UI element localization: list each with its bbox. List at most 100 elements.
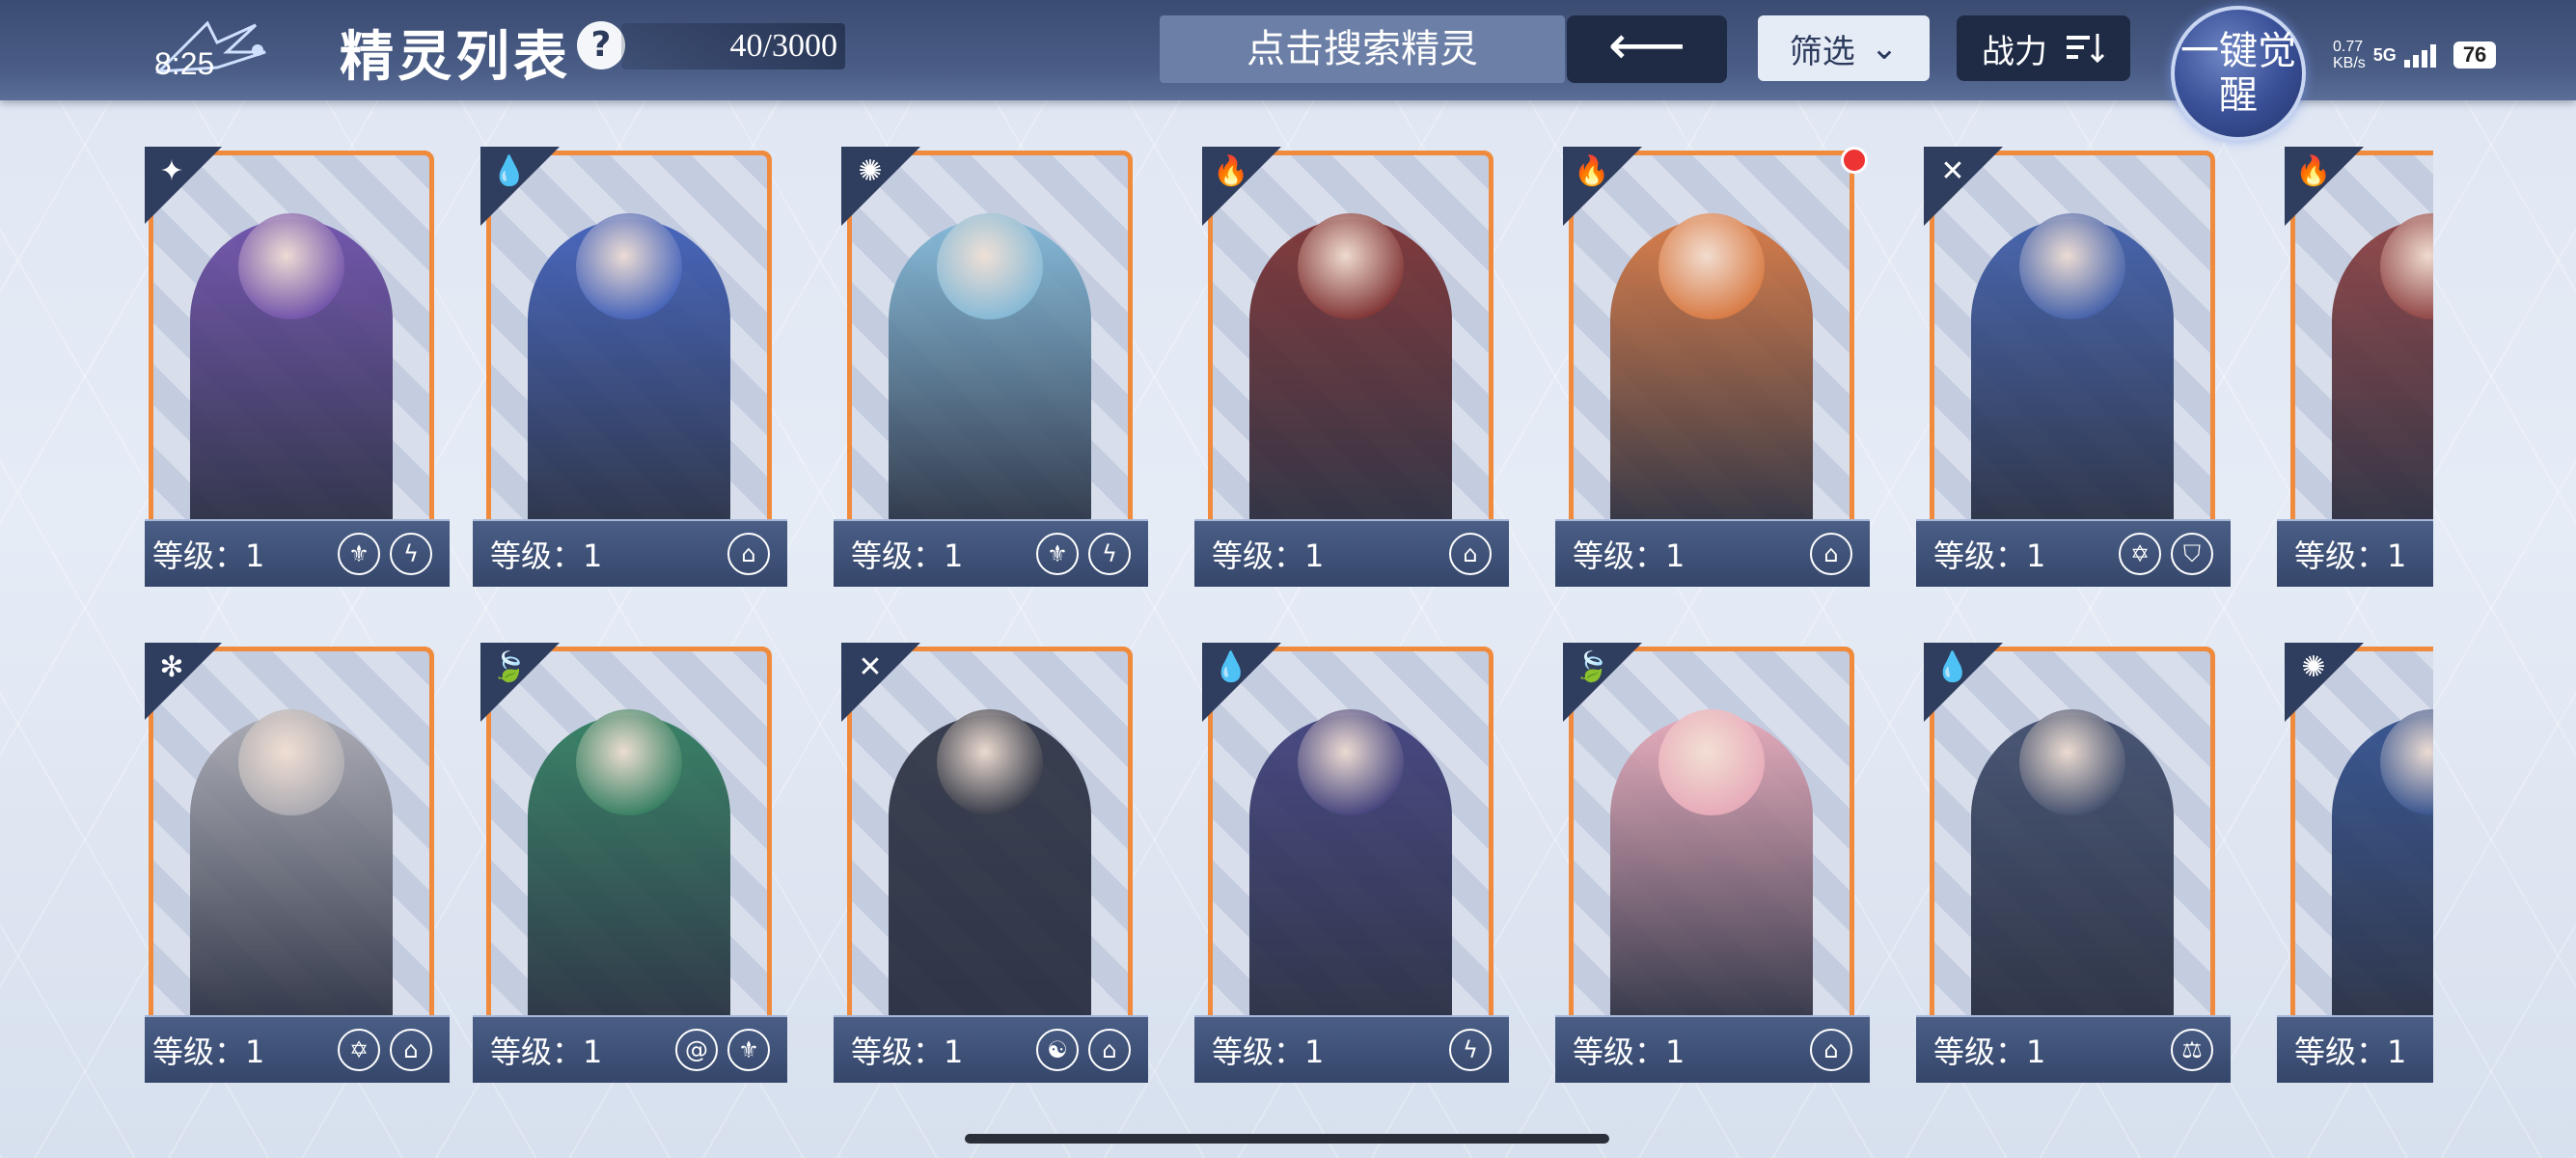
skill-icons: @ ⚜ [675,1029,770,1071]
help-button[interactable]: ? [577,21,625,69]
skill-icons: ⚜ ϟ [1036,533,1131,575]
page-title: 精灵列表 [340,26,571,89]
spirit-head [2019,709,2125,815]
level-plate: 等级：1 @ ⚜ [473,1015,787,1083]
spirit-card[interactable]: 🍃 等级：1 ⌂ [1555,643,1870,1092]
book-icon: ⌂ [727,533,770,575]
spirit-count: 40/3000 [621,23,845,69]
one-click-awaken-button[interactable]: 一键觉醒 [2171,6,2306,141]
clock-time: 8:25 [154,46,215,81]
filter-label: 筛选 [1789,32,1855,71]
skill-icons: ✡ ⛉ [2119,533,2213,575]
level-label: 等级：1 [1933,1034,2046,1070]
spirit-portrait [1569,151,1854,533]
skill-icons: ⚖ [2171,1029,2213,1071]
spirit-card[interactable]: 🔥 等级：1 ⌂ [1194,147,1509,596]
skill-icons: ⚜ ϟ [338,533,432,575]
skill-icons: ⌂ [1810,1029,1852,1071]
shield-crest-icon: ⚜ [1036,533,1079,575]
status-bar: 0.77 KB/s 5G 76 [2333,39,2497,71]
spirit-card[interactable]: ✕ 等级：1 ☯ ⌂ [834,643,1148,1092]
spirit-head [1298,709,1404,815]
shield-icon: ⛉ [2171,533,2213,575]
level-plate: 等级：1 ⌂ [1555,1015,1870,1083]
spirit-portrait [1208,151,1494,533]
power-label: 战力 [1982,32,2047,71]
spirit-card[interactable]: 💧 等级：1 ⚖ [1916,643,2231,1092]
level-label: 等级：1 [2294,538,2407,574]
level-label: 等级：1 [1933,538,2046,574]
new-badge [1841,147,1868,174]
skill-icons: ⌂ [1449,533,1492,575]
spirit-card[interactable]: 🍃 等级：1 @ ⚜ [473,643,787,1092]
level-plate: 等级：1 [2277,519,2433,587]
spirit-head [937,213,1043,319]
back-arrow-icon: ⟵ [1607,14,1686,77]
spirit-portrait [486,647,772,1029]
skill-icons: ✡ ⌂ [338,1029,432,1071]
star-icon: ✡ [2119,533,2161,575]
taiji-icon: ☯ [1036,1029,1079,1071]
level-label: 等级：1 [152,1034,265,1070]
spirit-card[interactable]: 💧 等级：1 ⌂ [473,147,787,596]
network-type: 5G [2372,44,2397,65]
skill-icons: ϟ [1449,1029,1492,1071]
level-plate: 等级：1 ✡ ⌂ [145,1015,450,1083]
spirit-head [1658,709,1765,815]
spirit-portrait [149,151,434,533]
level-plate: 等级：1 ϟ [1194,1015,1509,1083]
shield-crest-icon: ⚜ [338,533,380,575]
home-indicator[interactable] [965,1134,1609,1144]
spirit-card[interactable]: 🔥 等级：1 ⌂ [1555,147,1870,596]
level-label: 等级：1 [1212,538,1325,574]
book-icon: ⌂ [1088,1029,1131,1071]
scales-icon: ⚖ [2171,1029,2213,1071]
skill-icons: ☯ ⌂ [1036,1029,1131,1071]
spirit-portrait [486,151,772,533]
level-label: 等级：1 [851,1034,964,1070]
level-plate: 等级：1 [2277,1015,2433,1083]
power-sort-button[interactable]: 战力 [1957,15,2130,81]
spirit-head [576,213,682,319]
spirit-portrait [847,151,1133,533]
level-label: 等级：1 [851,538,964,574]
level-label: 等级：1 [1573,538,1685,574]
spirit-card[interactable]: 🔥 等级：1 [2277,147,2433,596]
back-button[interactable]: ⟵ [1567,15,1727,83]
filter-button[interactable]: 筛选 ⌄ [1758,15,1930,81]
spirit-card[interactable]: ✕ 等级：1 ✡ ⛉ [1916,147,2231,596]
book-icon: ⌂ [1810,1029,1852,1071]
lightning-icon: ϟ [390,533,432,575]
skill-icons: ⌂ [727,533,770,575]
spirit-head [238,213,344,319]
book-icon: ⌂ [1810,533,1852,575]
spirit-head [2019,213,2125,319]
book-icon: ⌂ [390,1029,432,1071]
spirit-card[interactable]: ✻ 等级：1 ✡ ⌂ [145,643,450,1092]
spirit-head [937,709,1043,815]
level-plate: 等级：1 ⌂ [1194,519,1509,587]
spirit-card[interactable]: ✺ 等级：1 [2277,643,2433,1092]
level-label: 等级：1 [490,538,603,574]
spirit-card[interactable]: ✺ 等级：1 ⚜ ϟ [834,147,1148,596]
spirit-head [238,709,344,815]
search-input[interactable]: 点击搜索精灵 [1160,15,1565,83]
lightning-icon: ϟ [1088,533,1131,575]
skill-icons: ⌂ [1810,533,1852,575]
shield-crest-icon: ⚜ [727,1029,770,1071]
lightning-icon: ϟ [1449,1029,1492,1071]
spirit-portrait [1569,647,1854,1029]
level-plate: 等级：1 ⚜ ϟ [145,519,450,587]
level-plate: 等级：1 ⌂ [1555,519,1870,587]
spirit-card[interactable]: ✦ 等级：1 ⚜ ϟ [145,147,450,596]
spirit-portrait [149,647,434,1029]
spirit-portrait [2290,151,2433,533]
book-icon: ⌂ [1449,533,1492,575]
spirit-card[interactable]: 💧 等级：1 ϟ [1194,643,1509,1092]
signal-icon [2403,42,2436,68]
spirit-portrait [847,647,1133,1029]
level-label: 等级：1 [1212,1034,1325,1070]
swirl-icon: @ [675,1029,718,1071]
battery-level: 76 [2453,41,2497,69]
level-plate: 等级：1 ⚜ ϟ [834,519,1148,587]
